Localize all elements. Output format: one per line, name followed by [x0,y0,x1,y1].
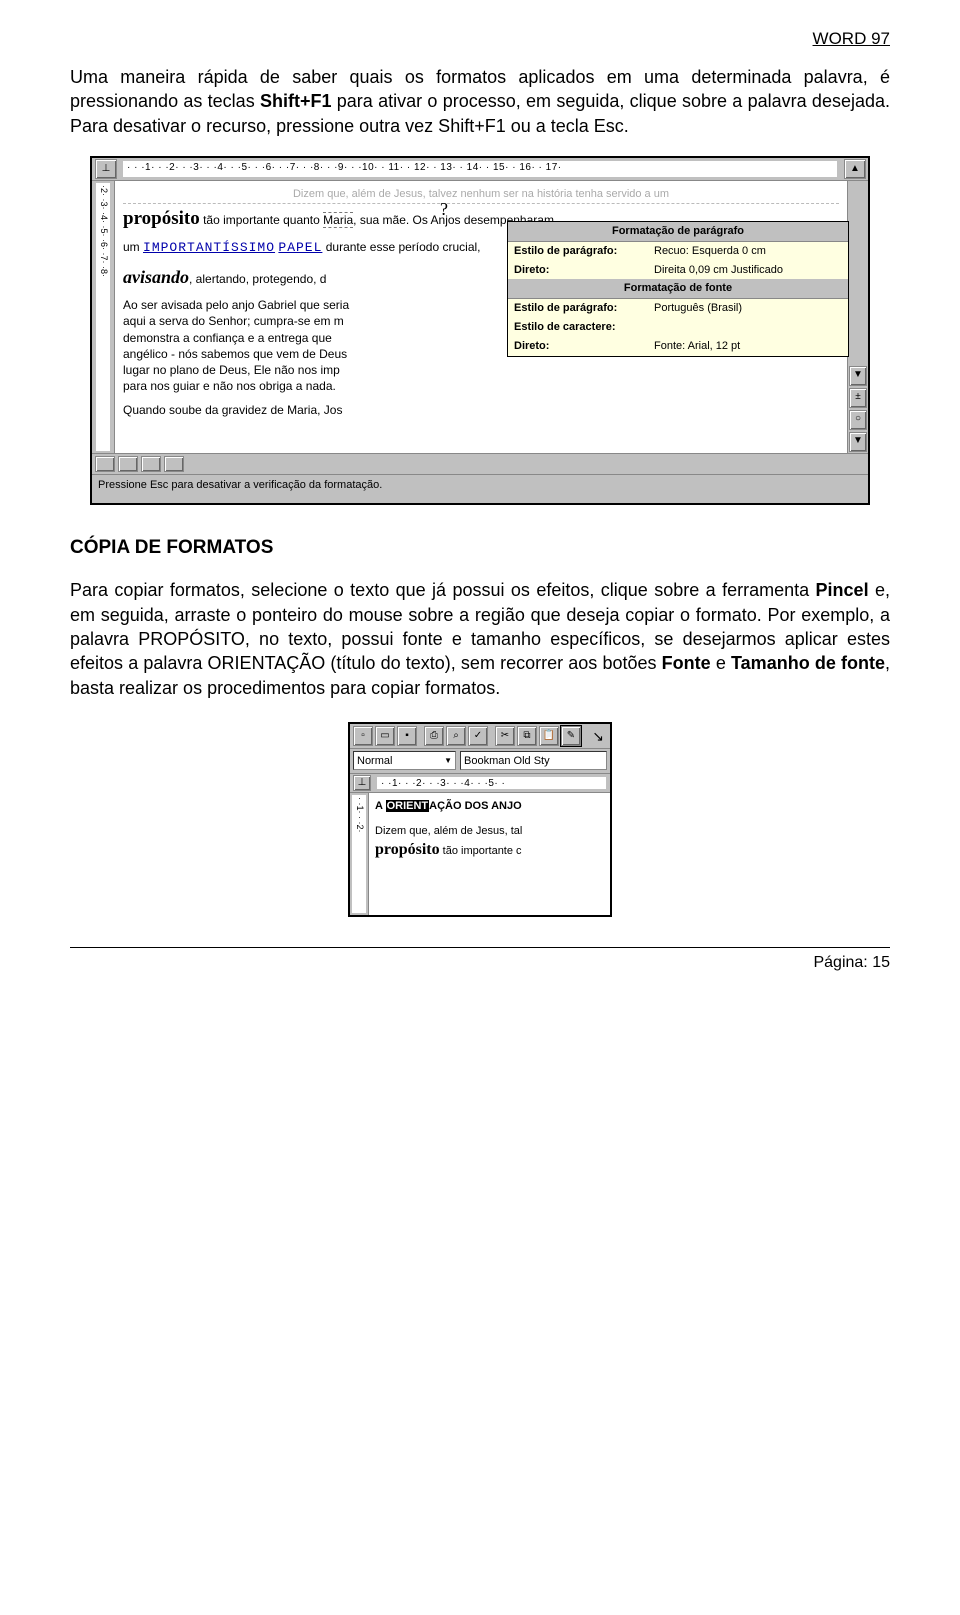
value: Fonte: Arial, 12 pt [654,339,842,354]
text: um [123,240,143,254]
popup-row: Direto:Fonte: Arial, 12 pt [508,337,848,356]
standard-toolbar: ▫ ▭ ▪ ⎙ ⌕ ✓ ✂ ⧉ 📋 ✎ ↘ [350,724,610,749]
formatting-toolbar: Normal ▼ Bookman Old Sty [350,749,610,774]
popup-row: Estilo de parágrafo:Português (Brasil) [508,299,848,318]
print-preview-button[interactable]: ⌕ [446,726,466,746]
heading-copia-formatos: CÓPIA DE FORMATOS [70,535,890,561]
popup-row: Direto:Direita 0,09 cm Justificado [508,261,848,280]
doc-line: para nos guiar e não nos obriga a nada. [123,378,839,394]
paragraph-copy-formats: Para copiar formatos, selecione o texto … [70,578,890,699]
spelling-button[interactable]: ✓ [468,726,488,746]
link-importantissimo: IMPORTANTÍSSIMO [143,240,275,255]
page-header: WORD 97 [70,28,890,51]
browse-select-icon[interactable]: ○ [849,410,867,430]
font-value: Bookman Old Sty [464,754,550,769]
word-proposito: propósito [123,208,200,229]
text: , alertando, protegendo, d [189,272,326,286]
text: AÇÃO DOS ANJO [429,800,522,812]
text: e [711,653,731,673]
term-fonte: Fonte [662,653,711,673]
cursor-brush-icon: ↘ [592,727,604,746]
paragraph-intro: Uma maneira rápida de saber quais os for… [70,65,890,138]
horizontal-ruler: ⊥ · · ·1· · ·2· · ·3· · ·4· · ·5· · ·6· … [92,158,868,181]
label: Direto: [514,263,654,278]
vruler-ticks: · ·1· · ·2· [352,795,366,913]
link-papel: PAPEL [278,240,322,255]
figure-word-formatting-popup: ⊥ · · ·1· · ·2· · ·3· · ·4· · ·5· · ·6· … [70,156,890,505]
term-tamanho-fonte: Tamanho de fonte [731,653,885,673]
doc-line: lugar no plano de Deus, Ele não nos imp [123,362,839,378]
doc-title-line: A ORIENTAÇÃO DOS ANJO [375,799,604,814]
cut-button[interactable]: ✂ [495,726,515,746]
tab-selector[interactable]: ⊥ [95,159,117,179]
word-window-small: ▫ ▭ ▪ ⎙ ⌕ ✓ ✂ ⧉ 📋 ✎ ↘ Normal ▼ Bookman Ol… [348,722,612,917]
horizontal-ruler-small: ⊥ · ·1· · ·2· · ·3· · ·4· · ·5· · [350,774,610,793]
status-bar: Pressione Esc para desativar a verificaç… [92,474,868,503]
tab-selector[interactable]: ⊥ [353,775,371,791]
value: Direita 0,09 cm Justificado [654,263,842,278]
word-avisando: avisando [123,267,189,287]
document-area-small: A ORIENTAÇÃO DOS ANJO Dizem que, além de… [369,793,610,915]
scroll-down-icon[interactable]: ▼ [849,366,867,386]
vertical-scrollbar[interactable]: ▼ ± ○ ▼ [847,181,868,453]
label: Estilo de parágrafo: [514,301,654,316]
popup-title-font: Formatação de fonte [508,279,848,299]
chevron-down-icon: ▼ [444,756,452,767]
label: Estilo de parágrafo: [514,244,654,259]
text: A [375,800,386,812]
value: Português (Brasil) [654,301,842,316]
document-area: ? Dizem que, além de Jesus, talvez nenhu… [115,181,847,453]
style-combo[interactable]: Normal ▼ [353,751,456,770]
word-maria: Maria [323,212,353,228]
layout-view-button[interactable] [118,456,138,472]
format-painter-button[interactable]: ✎ [561,726,581,746]
doc-line: Dizem que, além de Jesus, tal [375,824,604,839]
save-button[interactable]: ▪ [397,726,417,746]
popup-row: Estilo de parágrafo:Recuo: Esquerda 0 cm [508,242,848,261]
text: Para copiar formatos, selecione o texto … [70,580,816,600]
new-button[interactable]: ▫ [353,726,373,746]
page-view-button[interactable] [141,456,161,472]
doc-line: Dizem que, além de Jesus, talvez nenhum … [123,187,839,204]
print-button[interactable]: ⎙ [424,726,444,746]
value [654,320,842,335]
formatting-popup: Formatação de parágrafo Estilo de parágr… [507,221,849,357]
style-value: Normal [357,754,392,769]
popup-row: Estilo de caractere: [508,318,848,337]
copy-button[interactable]: ⧉ [517,726,537,746]
selected-text: ORIENT [386,800,430,812]
value: Recuo: Esquerda 0 cm [654,244,842,259]
vertical-ruler-small: · ·1· · ·2· [350,793,369,915]
vruler-ticks: ·2· ·3· ·4· ·5· ·6· ·7· ·8· [96,183,110,451]
ruler-ticks: · · ·1· · ·2· · ·3· · ·4· · ·5· · ·6· · … [123,161,837,177]
doc-line: Quando soube da gravidez de Maria, Jos [123,402,839,418]
key-combo: Shift+F1 [260,91,332,111]
figure-format-painter: ▫ ▭ ▪ ⎙ ⌕ ✓ ✂ ⧉ 📋 ✎ ↘ Normal ▼ Bookman Ol… [70,722,890,917]
outline-view-button[interactable] [164,456,184,472]
popup-title-paragraph: Formatação de parágrafo [508,222,848,242]
word-proposito: propósito [375,841,440,858]
browse-next-icon[interactable]: ▼ [849,432,867,452]
open-button[interactable]: ▭ [375,726,395,746]
ruler-ticks: · ·1· · ·2· · ·3· · ·4· · ·5· · [377,777,606,789]
text: durante esse período crucial, [322,240,480,254]
term-pincel: Pincel [816,580,869,600]
page-footer: Página: 15 [70,947,890,974]
doc-line: propósito tão importante c [375,839,604,861]
view-buttons-bar [92,453,868,474]
label: Estilo de caractere: [514,320,654,335]
font-combo[interactable]: Bookman Old Sty [460,751,607,770]
vertical-ruler: ·2· ·3· ·4· ·5· ·6· ·7· ·8· [92,181,115,453]
text: tão importante quanto [200,213,323,227]
normal-view-button[interactable] [95,456,115,472]
word-window: ⊥ · · ·1· · ·2· · ·3· · ·4· · ·5· · ·6· … [90,156,870,505]
label: Direto: [514,339,654,354]
text: tão importante c [440,845,522,857]
scroll-right[interactable]: ▲ [844,159,866,179]
browse-prev-icon[interactable]: ± [849,388,867,408]
paste-button[interactable]: 📋 [539,726,559,746]
help-cursor-icon: ? [440,197,448,221]
